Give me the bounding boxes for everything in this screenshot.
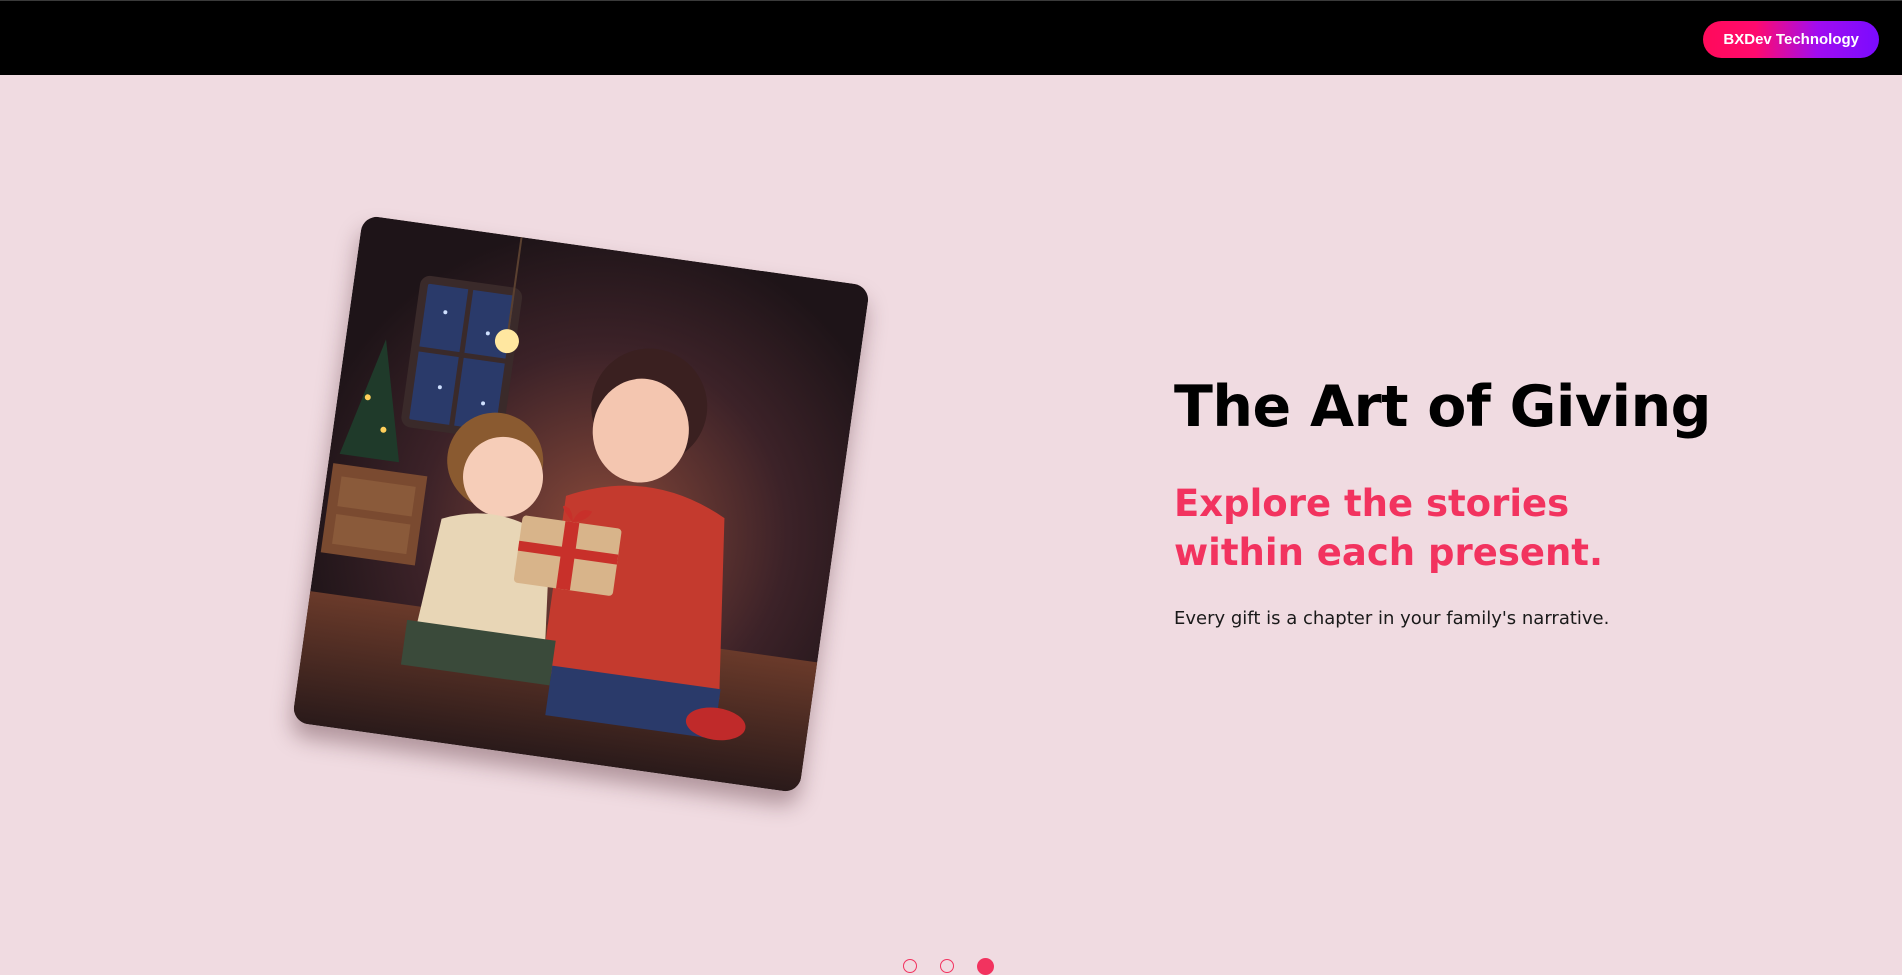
brand-button[interactable]: BXDev Technology [1703, 21, 1879, 58]
top-navigation-bar: BXDev Technology [0, 0, 1902, 75]
slide-illustration [291, 214, 871, 794]
carousel-dot-1[interactable] [903, 959, 917, 973]
slide-description: Every gift is a chapter in your family's… [1174, 608, 1610, 630]
slide-title: The Art of Giving [1174, 374, 1711, 440]
slide-subtitle: Explore the stories within each present. [1174, 481, 1604, 575]
slide-text-content: The Art of Giving Explore the stories wi… [1174, 374, 1734, 630]
carousel-pagination [903, 957, 994, 975]
carousel-slide: The Art of Giving Explore the stories wi… [0, 75, 1902, 975]
carousel-dot-3[interactable] [977, 957, 994, 975]
carousel-dot-2[interactable] [940, 959, 954, 973]
gift-illustration-image [291, 214, 871, 794]
